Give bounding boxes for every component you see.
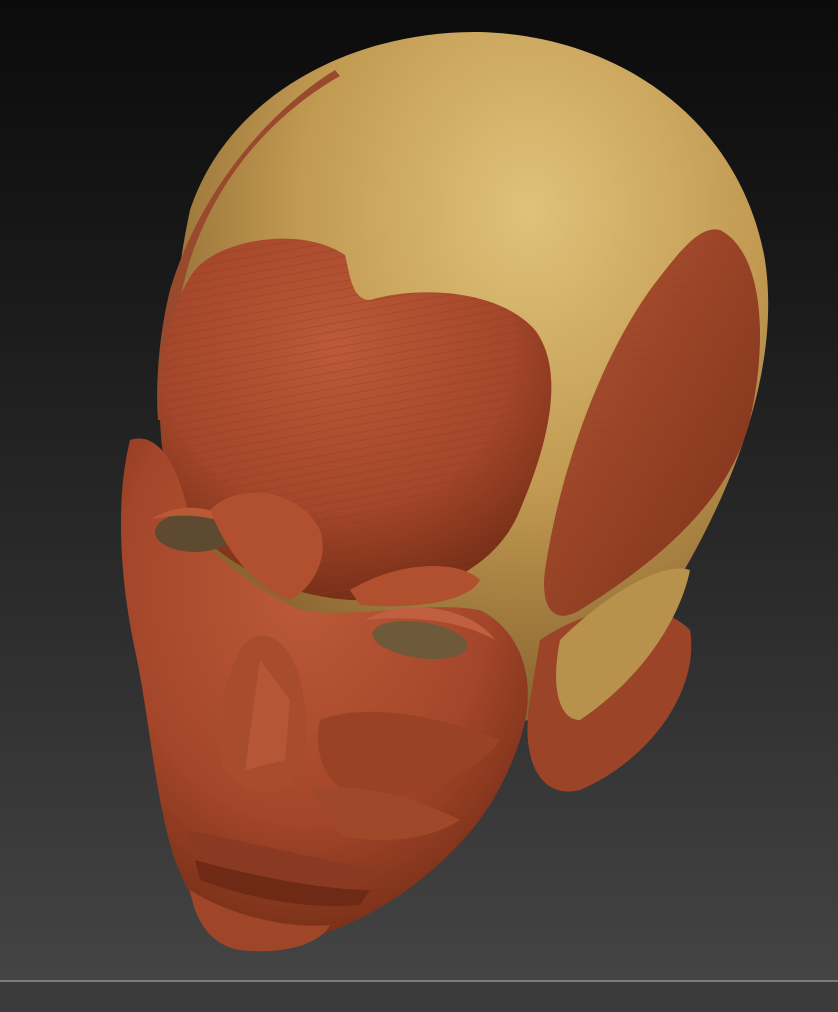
status-bar	[0, 980, 838, 1012]
head-model	[120, 31, 769, 952]
3d-viewport[interactable]	[0, 0, 838, 980]
